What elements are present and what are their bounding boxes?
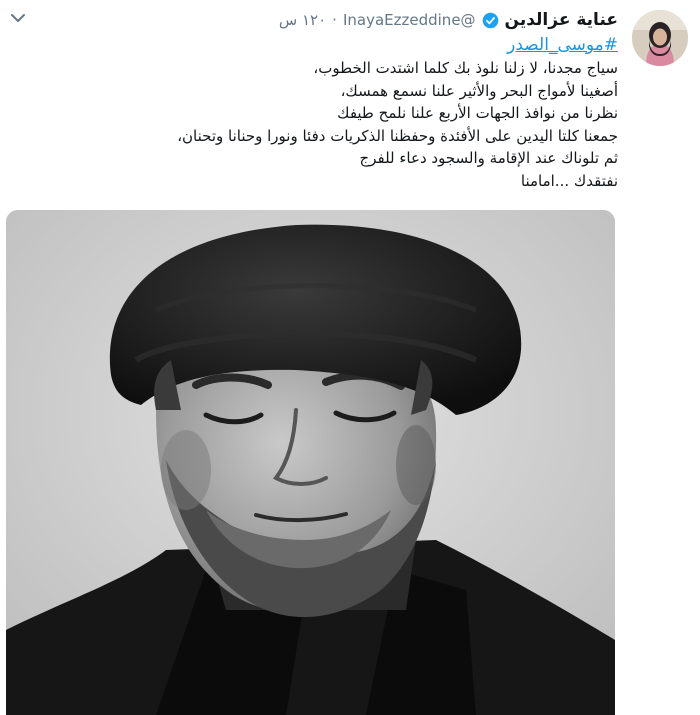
tweet-line-3: نظرنا من نوافذ الجهات الأربع علنا نلمح ط… [337,104,618,122]
tweet-line-1: سياج مجدنا، لا زلنا نلوذ بك كلما اشتدت ا… [313,59,618,77]
tweet-line-4: جمعنا كلتا اليدين على الأفئدة وحفظنا الذ… [177,126,618,145]
user-handle[interactable]: @InayaEzzeddine [343,11,476,29]
tweet-photo[interactable] [6,210,615,715]
separator-dot: · [332,11,337,29]
tweet-line-5: ثم تلوناك عند الإقامة والسجود دعاء للفرج [359,149,618,167]
portrait-photo [6,210,615,715]
chevron-down-icon[interactable] [10,12,26,24]
tweet-header: عناية عزالدين @InayaEzzeddine · ١٢٠ س [58,9,618,31]
hashtag-link[interactable]: #موسى_الصدر [18,34,618,57]
display-name[interactable]: عناية عزالدين [505,10,618,30]
tweet-timestamp[interactable]: ١٢٠ س [279,11,326,29]
avatar[interactable] [632,10,688,66]
avatar-photo [632,10,688,66]
tweet-text: #موسى_الصدر سياج مجدنا، لا زلنا نلوذ بك … [18,34,618,192]
tweet-line-2: أصغينا لأمواج البحر والأثير علنا نسمع هم… [340,81,618,100]
tweet-card[interactable]: عناية عزالدين @InayaEzzeddine · ١٢٠ س #م… [0,0,700,715]
verified-badge-icon [482,12,498,28]
tweet-line-6: نفتقدك ...امامنا [520,171,618,190]
